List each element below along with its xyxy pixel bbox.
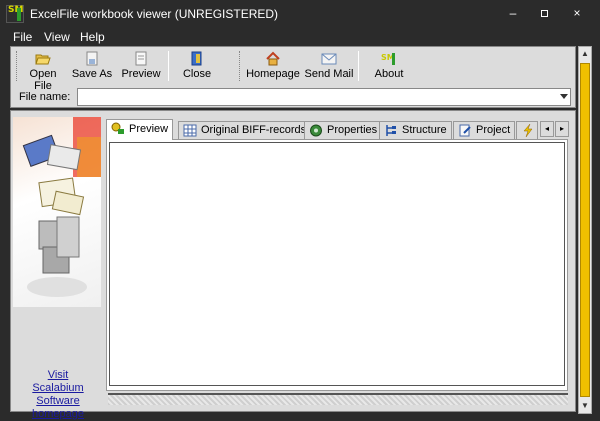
sheet-tabs-bar[interactable]: [108, 393, 568, 405]
scroll-thumb[interactable]: [580, 63, 590, 397]
tab-scroll-right-button[interactable]: ▸: [555, 121, 569, 137]
file-name-input[interactable]: [78, 89, 548, 105]
tab-project-label: Project: [476, 124, 511, 136]
visit-link-line-1: Visit: [47, 369, 69, 381]
tab-properties-label: Properties: [327, 124, 378, 136]
close-button[interactable]: Close: [175, 51, 219, 83]
tab-preview[interactable]: Preview: [106, 119, 174, 140]
preview-label: Preview: [121, 68, 161, 80]
home-icon: [266, 51, 280, 66]
toolbar-grip-2[interactable]: [239, 51, 242, 81]
tab-preview-label: Preview: [129, 123, 169, 135]
save-as-icon: [86, 51, 98, 66]
about-label: About: [374, 68, 404, 80]
toolbar-separator-2: [358, 51, 359, 81]
visit-link-line-2: Scalabium Software: [32, 382, 84, 407]
tab-scroll-left-button[interactable]: ◂: [540, 121, 554, 137]
title-bar: SM ExcelFile workbook viewer (UNREGISTER…: [0, 0, 600, 28]
about-logo-icon: SM: [381, 53, 395, 65]
scroll-up-button[interactable]: ▲: [579, 47, 591, 61]
scroll-down-button[interactable]: ▼: [579, 399, 591, 413]
visit-homepage-link[interactable]: Visit Scalabium Software homepage: [11, 369, 105, 421]
tab-original-biff-label: Original BIFF-records: [201, 124, 307, 136]
preview-tab-panel: [106, 139, 568, 391]
save-as-label: Save As: [71, 68, 113, 80]
file-name-label: File name:: [19, 91, 71, 103]
save-as-button[interactable]: Save As: [70, 51, 114, 83]
tab-strip: Preview Original BIFF-records Properties…: [106, 119, 569, 140]
close-label: Close: [182, 68, 212, 80]
send-mail-label: Send Mail: [304, 68, 354, 80]
folder-open-icon: [35, 54, 51, 65]
about-button[interactable]: SM About: [367, 51, 411, 83]
toolbar-grip[interactable]: [16, 51, 19, 81]
close-window-button[interactable]: ×: [566, 4, 588, 22]
preview-tab-icon: [111, 122, 124, 134]
toolbar-area: Open File Save As Preview Close Homepage: [10, 46, 576, 108]
properties-icon: [310, 124, 322, 137]
file-name-row: File name:: [11, 87, 575, 107]
maximize-icon: [540, 10, 548, 18]
menu-help[interactable]: Help: [80, 30, 105, 44]
app-logo-icon[interactable]: SM: [6, 5, 24, 23]
maximize-button[interactable]: [533, 4, 555, 22]
toolbar-separator: [168, 51, 169, 81]
menu-view[interactable]: View: [44, 30, 70, 44]
close-book-icon: [191, 51, 202, 66]
project-icon: [459, 124, 471, 137]
homepage-button[interactable]: Homepage: [245, 51, 301, 83]
mail-icon: [321, 53, 337, 65]
minimize-button[interactable]: –: [502, 4, 524, 22]
preview-document-icon: [135, 51, 147, 66]
visit-link-line-3: homepage: [32, 408, 84, 420]
main-client: Visit Scalabium Software homepage Previe…: [10, 110, 576, 420]
preview-button[interactable]: Preview: [119, 51, 163, 83]
homepage-label: Homepage: [246, 68, 300, 80]
tab-structure[interactable]: Structure: [379, 121, 452, 139]
workbook-preview-area[interactable]: [109, 142, 565, 386]
menu-file[interactable]: File: [13, 30, 32, 44]
vertical-scrollbar[interactable]: ▲ ▼: [578, 46, 592, 414]
open-file-button[interactable]: Open File: [21, 51, 65, 92]
tab-original-biff-records[interactable]: Original BIFF-records: [178, 121, 312, 139]
lightning-icon: [523, 124, 533, 137]
chevron-down-icon[interactable]: [560, 94, 568, 99]
tab-more[interactable]: [516, 121, 538, 139]
menu-bar: File View Help: [0, 28, 600, 46]
tab-properties[interactable]: Properties: [304, 121, 383, 139]
grid-icon: [183, 124, 197, 137]
send-mail-button[interactable]: Send Mail: [304, 51, 354, 83]
sidebar-banner-image: [13, 117, 101, 307]
file-name-combobox[interactable]: [77, 88, 571, 106]
window-title: ExcelFile workbook viewer (UNREGISTERED): [30, 7, 279, 21]
tab-project[interactable]: Project: [453, 121, 516, 139]
tab-structure-label: Structure: [402, 124, 447, 136]
tree-icon: [386, 125, 396, 136]
documents-illustration: [22, 117, 101, 297]
